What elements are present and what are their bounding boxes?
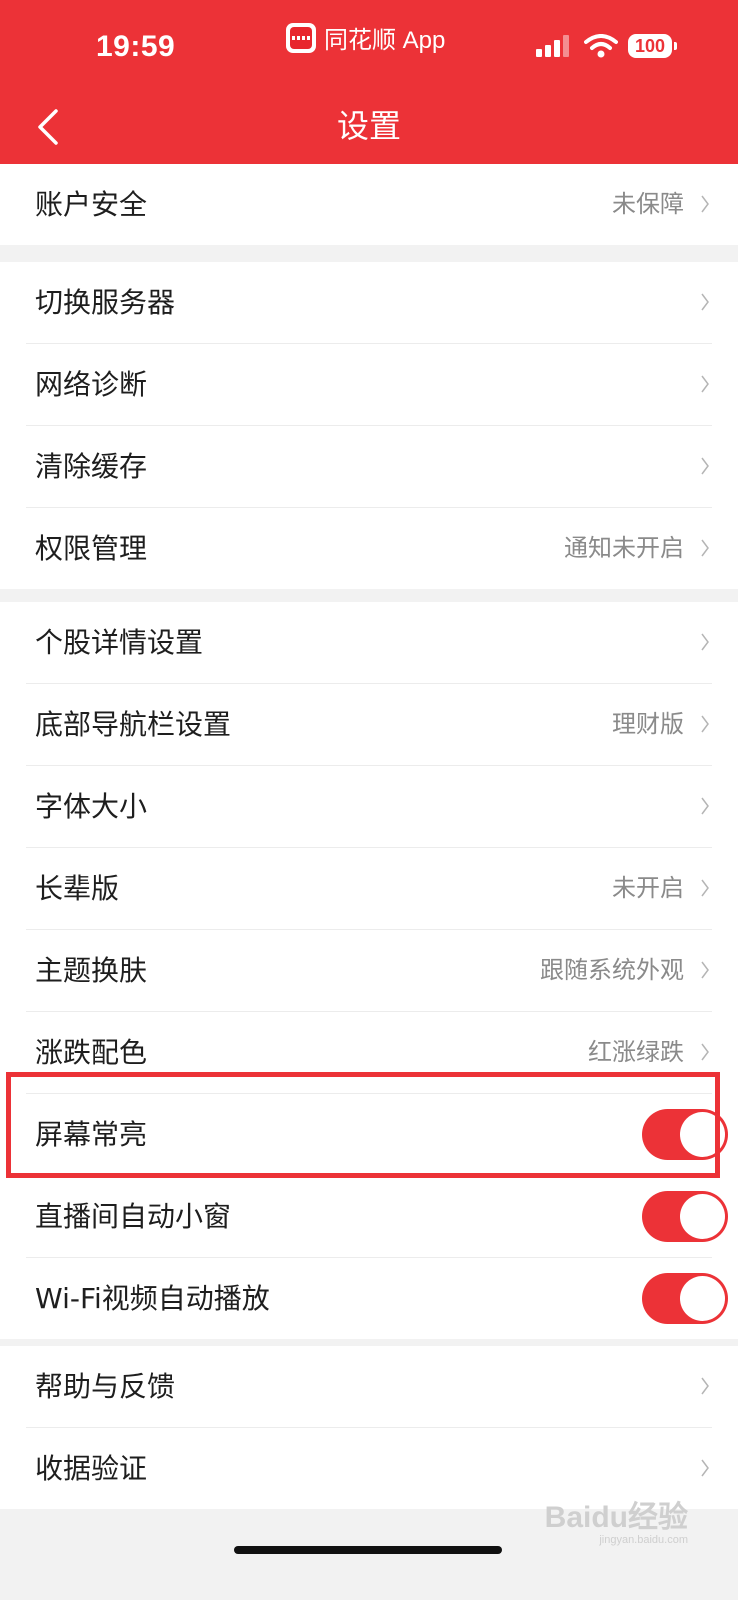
- status-icons: 100: [535, 34, 678, 58]
- row-value: 理财版: [612, 710, 684, 738]
- row-label: 字体大小: [35, 790, 148, 823]
- chevron-right-icon: [701, 797, 709, 815]
- app-indicator[interactable]: 同花顺 App: [286, 20, 445, 55]
- settings-row-theme[interactable]: 主题换肤 跟随系统外观: [26, 930, 712, 1012]
- chevron-right-icon: [701, 457, 709, 475]
- settings-group-display: 个股详情设置 底部导航栏设置 理财版 字体大小 长辈版 未开启 主题换肤 跟随系…: [0, 602, 738, 1339]
- chevron-right-icon: [701, 961, 709, 979]
- row-label: 涨跌配色: [35, 1036, 148, 1069]
- watermark-text: Baidu经验: [544, 1501, 688, 1534]
- row-label: 账户安全: [35, 188, 148, 221]
- row-value: 跟随系统外观: [540, 956, 684, 984]
- row-label: 个股详情设置: [35, 626, 204, 659]
- settings-row-network-diagnosis[interactable]: 网络诊断: [26, 344, 712, 426]
- settings-row-help-feedback[interactable]: 帮助与反馈: [26, 1346, 712, 1428]
- settings-group-system: 切换服务器 网络诊断 清除缓存 权限管理 通知未开启: [0, 262, 738, 589]
- row-label: Wi-Fi视频自动播放: [35, 1282, 270, 1315]
- wifi-autoplay-toggle[interactable]: [642, 1273, 728, 1324]
- row-value: 红涨绿跌: [588, 1038, 684, 1066]
- chevron-right-icon: [701, 195, 709, 213]
- home-indicator[interactable]: [234, 1546, 502, 1554]
- settings-group-account: 账户安全 未保障: [0, 164, 738, 245]
- chevron-right-icon: [701, 1459, 709, 1477]
- page-title: 设置: [336, 107, 401, 145]
- row-label: 清除缓存: [35, 450, 148, 483]
- row-value: 通知未开启: [564, 534, 684, 562]
- settings-row-elder-mode[interactable]: 长辈版 未开启: [26, 848, 712, 930]
- settings-row-switch-server[interactable]: 切换服务器: [26, 262, 712, 344]
- row-value: 未开启: [612, 874, 684, 902]
- row-label: 帮助与反馈: [35, 1370, 176, 1403]
- settings-group-help: 帮助与反馈 收据验证: [0, 1346, 738, 1509]
- settings-row-bottom-nav[interactable]: 底部导航栏设置 理财版: [26, 684, 712, 766]
- settings-row-live-mini-window: 直播间自动小窗: [26, 1176, 728, 1258]
- chevron-right-icon: [701, 375, 709, 393]
- chevron-right-icon: [701, 1043, 709, 1061]
- status-time: 19:59: [96, 30, 176, 63]
- row-label: 切换服务器: [35, 286, 176, 319]
- chevron-right-icon: [701, 879, 709, 897]
- battery-icon: 100: [627, 34, 678, 58]
- row-label: 权限管理: [35, 532, 148, 565]
- row-label: 收据验证: [35, 1452, 148, 1485]
- row-label: 屏幕常亮: [35, 1118, 148, 1151]
- row-label: 长辈版: [35, 872, 120, 905]
- settings-row-font-size[interactable]: 字体大小: [26, 766, 712, 848]
- settings-row-stock-detail[interactable]: 个股详情设置: [26, 602, 712, 684]
- watermark-sub: jingyan.baidu.com: [599, 1534, 688, 1546]
- settings-row-clear-cache[interactable]: 清除缓存: [26, 426, 712, 508]
- row-label: 网络诊断: [35, 368, 148, 401]
- watermark: Baidu经验 jingyan.baidu.com: [545, 1492, 688, 1546]
- app-header: 19:59 同花顺 App 100 设置: [0, 0, 738, 164]
- row-label: 直播间自动小窗: [35, 1200, 232, 1233]
- chevron-right-icon: [701, 539, 709, 557]
- settings-row-account-security[interactable]: 账户安全 未保障: [26, 164, 712, 245]
- wifi-icon: [583, 34, 618, 58]
- settings-row-color-scheme[interactable]: 涨跌配色 红涨绿跌: [26, 1012, 712, 1094]
- signal-icon: [535, 35, 572, 57]
- chevron-right-icon: [701, 293, 709, 311]
- chevron-right-icon: [701, 1377, 709, 1395]
- row-label: 主题换肤: [35, 954, 148, 987]
- chevron-right-icon: [701, 715, 709, 733]
- chevron-right-icon: [701, 633, 709, 651]
- settings-row-screen-always-on: 屏幕常亮: [26, 1094, 728, 1176]
- live-mini-window-toggle[interactable]: [642, 1191, 728, 1242]
- app-logo-icon: [286, 22, 316, 53]
- settings-row-permissions[interactable]: 权限管理 通知未开启: [26, 508, 712, 589]
- row-label: 底部导航栏设置: [35, 708, 232, 741]
- app-name: 同花顺 App: [324, 27, 446, 54]
- row-value: 未保障: [612, 190, 684, 218]
- settings-row-wifi-autoplay: Wi-Fi视频自动播放: [26, 1258, 728, 1339]
- screen-always-on-toggle[interactable]: [642, 1109, 728, 1160]
